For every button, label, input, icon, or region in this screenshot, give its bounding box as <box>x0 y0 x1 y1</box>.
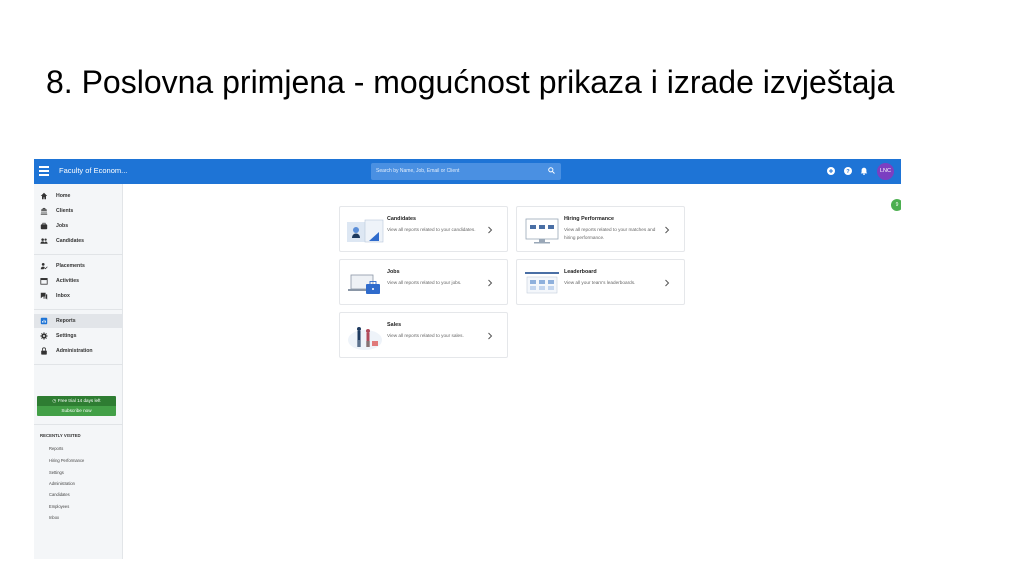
card-description: View all reports related to your sales. <box>387 333 464 338</box>
trial-text: Free trial 14 days left <box>57 398 101 403</box>
gear-icon <box>40 332 48 340</box>
home-icon <box>40 192 48 200</box>
app-screenshot: Faculty of Econom... Search by Name, Job… <box>34 159 901 559</box>
add-icon[interactable] <box>827 167 835 175</box>
report-card-sales[interactable]: Sales View all reports related to your s… <box>339 312 508 358</box>
sidebar-item-jobs[interactable]: Jobs <box>34 219 123 233</box>
search-input[interactable]: Search by Name, Job, Email or Client <box>371 163 561 180</box>
calendar-icon <box>40 278 48 285</box>
briefcase-icon <box>40 222 48 230</box>
sidebar-item-label: Clients <box>56 208 74 214</box>
reports-icon <box>40 317 48 325</box>
bell-icon[interactable] <box>860 167 868 175</box>
avatar[interactable]: LNC <box>877 163 894 180</box>
card-description: View all reports related to your jobs. <box>387 280 462 285</box>
sidebar-item-label: Inbox <box>56 293 70 299</box>
sidebar-item-home[interactable]: Home <box>34 189 123 203</box>
sidebar-item-settings[interactable]: Settings <box>34 329 123 343</box>
report-card-jobs[interactable]: Jobs View all reports related to your jo… <box>339 259 508 305</box>
hiring-performance-illustration-icon <box>525 218 559 244</box>
lock-icon <box>41 347 47 355</box>
chevron-right-icon <box>665 279 670 287</box>
sidebar-item-label: Activities <box>56 278 80 284</box>
divider <box>34 254 123 255</box>
building-icon <box>40 207 48 215</box>
slide: 8. Poslovna primjena - mogućnost prikaza… <box>0 0 1024 576</box>
card-description: View all reports related to your candida… <box>387 227 476 232</box>
card-description: View all reports related to your matches… <box>564 227 656 240</box>
help-icon[interactable]: ? <box>844 167 852 175</box>
recently-visited-title: RECENTLY VISITED <box>40 433 81 438</box>
top-bar: Faculty of Econom... Search by Name, Job… <box>34 159 901 184</box>
search-placeholder: Search by Name, Job, Email or Client <box>376 168 460 174</box>
sidebar-item-label: Settings <box>56 333 77 339</box>
sidebar-item-label: Reports <box>56 318 76 324</box>
subscribe-button[interactable]: Subscribe now <box>37 406 116 416</box>
sidebar-item-label: Home <box>56 193 71 199</box>
divider <box>34 364 123 365</box>
divider <box>34 309 123 310</box>
sidebar-item-activities[interactable]: Activities <box>34 274 123 288</box>
recent-item[interactable]: Administration <box>49 481 75 486</box>
person-check-icon <box>40 263 48 270</box>
sidebar-item-label: Jobs <box>56 223 69 229</box>
notification-badge[interactable]: 9 <box>891 199 901 211</box>
sidebar-item-administration[interactable]: Administration <box>34 344 123 358</box>
chevron-right-icon <box>488 332 493 340</box>
search-icon[interactable] <box>548 167 555 174</box>
candidates-illustration-icon <box>347 219 384 243</box>
recent-item[interactable]: Hiring Performance <box>49 458 84 463</box>
sidebar: Home Clients Jobs Candidates Placements <box>34 184 123 559</box>
people-icon <box>40 238 48 244</box>
card-description: View all your team's leaderboards. <box>564 280 636 285</box>
sidebar-item-placements[interactable]: Placements <box>34 259 123 273</box>
divider <box>34 424 123 425</box>
recent-item[interactable]: Reports <box>49 446 63 451</box>
sidebar-item-label: Administration <box>56 348 93 354</box>
menu-icon[interactable] <box>39 166 49 176</box>
sidebar-item-candidates[interactable]: Candidates <box>34 234 123 248</box>
recent-item[interactable]: Settings <box>49 470 64 475</box>
recent-item[interactable]: Employees <box>49 504 69 509</box>
card-title: Sales <box>387 322 402 328</box>
chat-icon <box>40 292 48 300</box>
card-title: Jobs <box>387 269 400 275</box>
leaderboard-illustration-icon <box>525 272 559 294</box>
sidebar-item-label: Placements <box>56 263 85 269</box>
sidebar-item-reports[interactable]: Reports <box>34 314 123 328</box>
svg-text:?: ? <box>846 169 850 175</box>
report-card-candidates[interactable]: Candidates View all reports related to y… <box>339 206 508 252</box>
chevron-right-icon <box>488 226 493 234</box>
card-title: Leaderboard <box>564 269 597 275</box>
sidebar-item-clients[interactable]: Clients <box>34 204 123 218</box>
chevron-right-icon <box>488 279 493 287</box>
sales-illustration-icon <box>348 327 382 350</box>
report-card-leaderboard[interactable]: Leaderboard View all your team's leaderb… <box>516 259 685 305</box>
organization-name[interactable]: Faculty of Econom... <box>59 166 127 175</box>
chevron-right-icon <box>665 226 670 234</box>
sidebar-item-label: Candidates <box>56 238 84 244</box>
slide-title: 8. Poslovna primjena - mogućnost prikaza… <box>46 64 895 100</box>
card-title: Hiring Performance <box>564 216 615 222</box>
recent-item[interactable]: Inbox <box>49 515 59 520</box>
jobs-illustration-icon <box>348 274 380 294</box>
trial-banner: ◷ Free trial 14 days left <box>37 396 116 406</box>
recent-item[interactable]: Candidates <box>49 492 70 497</box>
report-card-hiring-performance[interactable]: Hiring Performance View all reports rela… <box>516 206 685 252</box>
card-title: Candidates <box>387 216 417 222</box>
sidebar-item-inbox[interactable]: Inbox <box>34 289 123 303</box>
